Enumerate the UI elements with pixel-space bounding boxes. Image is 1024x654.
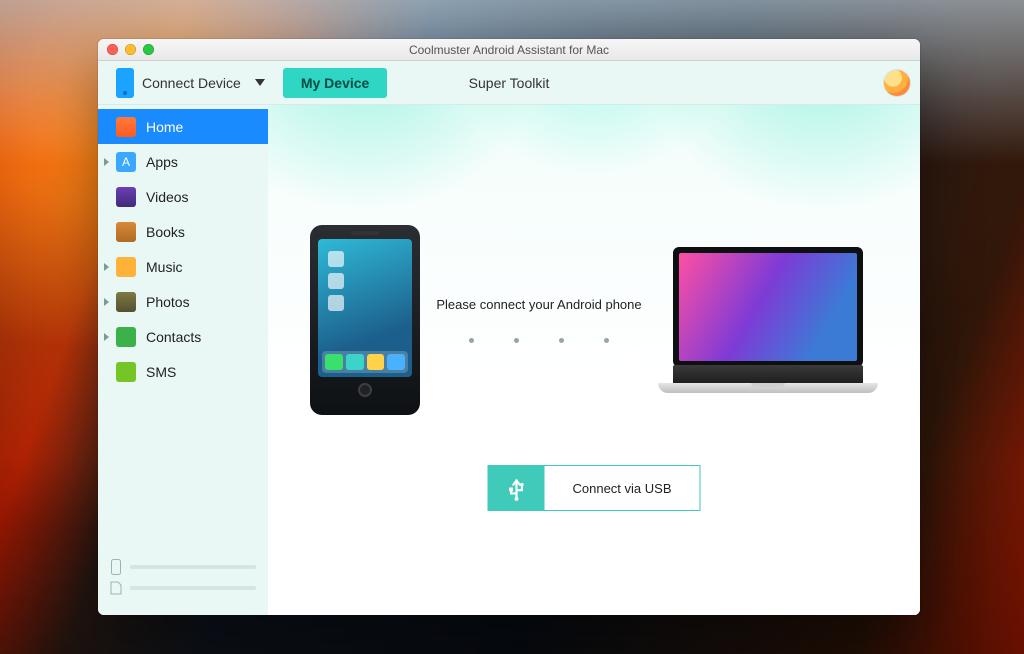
expand-icon	[104, 263, 109, 271]
phone-icon	[116, 68, 134, 98]
phone-outline-icon	[110, 559, 122, 575]
loading-dots-icon	[469, 338, 609, 343]
sidebar-item-sms[interactable]: SMS	[98, 354, 268, 389]
window-titlebar: Coolmuster Android Assistant for Mac	[98, 39, 920, 61]
connect-instruction: Please connect your Android phone	[436, 297, 641, 312]
sidebar-item-label: SMS	[146, 364, 176, 380]
app-toolbar: Connect Device My Device Super Toolkit	[98, 61, 920, 105]
sidebar-item-label: Photos	[146, 294, 190, 310]
devices-illustration: Please connect your Android phone	[268, 225, 920, 415]
mac-laptop-illustration	[658, 247, 878, 393]
sdcard-storage-meter	[110, 581, 256, 595]
sidebar-item-label: Contacts	[146, 329, 201, 345]
meter-bar	[130, 586, 256, 590]
sdcard-icon	[110, 581, 122, 595]
usb-icon	[489, 466, 545, 510]
sidebar-item-label: Apps	[146, 154, 178, 170]
sidebar-item-apps[interactable]: A Apps	[98, 144, 268, 179]
minimize-icon[interactable]	[125, 44, 136, 55]
chevron-down-icon	[255, 79, 265, 86]
sidebar-item-music[interactable]: Music	[98, 249, 268, 284]
sidebar-item-home[interactable]: Home	[98, 109, 268, 144]
expand-icon	[104, 333, 109, 341]
connect-device-dropdown[interactable]: Connect Device	[108, 64, 273, 102]
books-icon	[116, 222, 136, 242]
window-title: Coolmuster Android Assistant for Mac	[98, 43, 920, 57]
home-icon	[116, 117, 136, 137]
window-controls	[98, 44, 154, 55]
sidebar-item-label: Music	[146, 259, 183, 275]
sidebar-item-label: Books	[146, 224, 185, 240]
close-icon[interactable]	[107, 44, 118, 55]
connect-button-label: Connect via USB	[545, 466, 700, 510]
my-device-button[interactable]: My Device	[283, 68, 387, 98]
app-window: Coolmuster Android Assistant for Mac Con…	[98, 39, 920, 615]
expand-icon	[104, 298, 109, 306]
apps-icon: A	[116, 152, 136, 172]
sidebar-item-videos[interactable]: Videos	[98, 179, 268, 214]
sidebar-item-contacts[interactable]: Contacts	[98, 319, 268, 354]
connect-via-usb-button[interactable]: Connect via USB	[488, 465, 701, 511]
expand-icon	[104, 158, 109, 166]
music-icon	[116, 257, 136, 277]
connect-device-label: Connect Device	[142, 75, 241, 91]
phone-storage-meter	[110, 559, 256, 575]
contacts-icon	[116, 327, 136, 347]
account-avatar-icon[interactable]	[884, 70, 910, 96]
storage-meters	[98, 543, 268, 615]
sidebar: Home A Apps Videos Books Music	[98, 105, 268, 615]
maximize-icon[interactable]	[143, 44, 154, 55]
main-content: Please connect your Android phone	[268, 105, 920, 615]
android-phone-illustration	[310, 225, 420, 415]
sidebar-item-photos[interactable]: Photos	[98, 284, 268, 319]
connection-indicator: Please connect your Android phone	[436, 297, 641, 343]
sidebar-item-books[interactable]: Books	[98, 214, 268, 249]
videos-icon	[116, 187, 136, 207]
sidebar-item-label: Videos	[146, 189, 189, 205]
sms-icon	[116, 362, 136, 382]
meter-bar	[130, 565, 256, 569]
photos-icon	[116, 292, 136, 312]
sidebar-item-label: Home	[146, 119, 183, 135]
